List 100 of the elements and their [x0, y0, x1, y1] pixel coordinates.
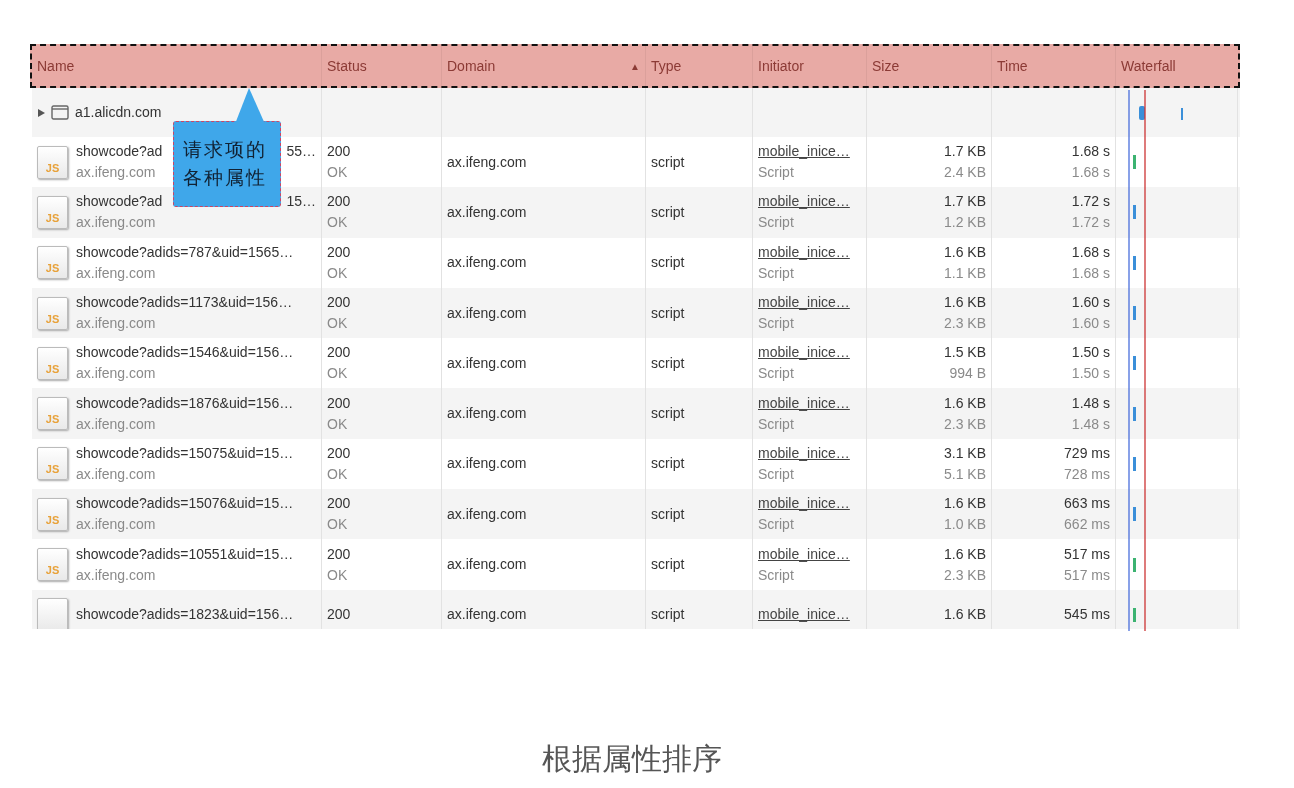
request-host: ax.ifeng.com: [76, 365, 156, 382]
time-text: 517 ms: [1064, 544, 1110, 564]
request-name[interactable]: showcode?adids=10551&uid=15…: [76, 543, 294, 565]
status-code: 200: [327, 293, 352, 313]
initiator-type: Script: [758, 163, 794, 183]
status-text: OK: [327, 213, 349, 233]
status-text: OK: [327, 263, 349, 283]
request-name[interactable]: showcode?adids=15075&uid=15…: [76, 442, 294, 464]
request-name[interactable]: showcode?adids=1546&uid=156…: [76, 342, 294, 364]
initiator-type: Script: [758, 364, 794, 384]
window-icon: [51, 105, 69, 120]
domain-text: ax.ifeng.com: [447, 202, 528, 222]
expand-arrow-icon[interactable]: [37, 107, 45, 118]
initiator-link[interactable]: mobile_inice…: [758, 543, 850, 565]
waterfall-bar: [1133, 255, 1136, 270]
request-name[interactable]: showcode?adids=1823&uid=156…: [76, 604, 294, 626]
time-text: 1.50 s: [1071, 343, 1110, 363]
size-text: 3.1 KB: [943, 443, 986, 463]
status-code: 200: [327, 142, 352, 162]
time-text: 663 ms: [1064, 494, 1110, 514]
js-file-icon: JS: [37, 346, 68, 380]
size-text: 1.6 KB: [943, 605, 986, 625]
waterfall-bar: [1133, 155, 1136, 170]
resource-size: 2.4 KB: [943, 163, 986, 183]
js-file-icon: JS: [37, 548, 68, 581]
request-host: ax.ifeng.com: [76, 264, 156, 281]
latency-text: 1.68 s: [1071, 263, 1110, 283]
column-header[interactable]: Size: [867, 46, 992, 86]
resource-size: 1.1 KB: [943, 263, 986, 283]
column-header[interactable]: Time: [992, 46, 1116, 86]
initiator-link[interactable]: mobile_inice…: [758, 392, 850, 414]
js-file-icon: JS: [37, 296, 68, 330]
request-name[interactable]: showcode?adids=1173&uid=156…: [76, 292, 293, 314]
sort-indicator: ▲: [630, 59, 640, 74]
initiator-link[interactable]: mobile_inice…: [758, 342, 850, 364]
type-text: script: [651, 504, 686, 524]
initiator-type: Script: [758, 314, 794, 334]
waterfall-bar: [1133, 607, 1136, 622]
group-label[interactable]: a1.alicdn.com: [75, 102, 162, 123]
type-text: script: [651, 253, 686, 273]
initiator-link[interactable]: mobile_inice…: [758, 442, 850, 464]
initiator-type: Script: [758, 414, 794, 434]
request-name[interactable]: showcode?adids=1876&uid=156…: [76, 392, 294, 414]
js-file-icon: JS: [37, 246, 68, 280]
waterfall-bar: [1133, 356, 1136, 371]
status-code: 200: [327, 443, 352, 463]
initiator-type: Script: [758, 464, 794, 484]
time-text: 729 ms: [1064, 443, 1110, 463]
resource-size: 2.3 KB: [943, 314, 986, 334]
domain-text: ax.ifeng.com: [447, 353, 528, 373]
request-host: ax.ifeng.com: [76, 164, 156, 181]
request-name[interactable]: showcode?ad: [76, 191, 163, 213]
size-text: 1.5 KB: [943, 343, 986, 363]
initiator-link[interactable]: mobile_inice…: [758, 241, 850, 263]
status-code: 200: [327, 393, 352, 413]
column-header[interactable]: Waterfall: [1116, 46, 1238, 86]
status-code: 200: [327, 544, 352, 564]
request-host: ax.ifeng.com: [76, 415, 156, 432]
time-text: 1.48 s: [1071, 393, 1110, 413]
latency-text: 1.60 s: [1071, 314, 1110, 334]
initiator-link[interactable]: mobile_inice…: [758, 191, 850, 213]
domain-text: ax.ifeng.com: [447, 454, 528, 474]
time-text: 545 ms: [1064, 605, 1110, 625]
type-text: script: [651, 303, 686, 323]
initiator-link[interactable]: mobile_inice…: [758, 141, 850, 163]
column-header[interactable]: Name: [32, 46, 322, 86]
domain-text: ax.ifeng.com: [447, 555, 528, 574]
latency-text: 1.50 s: [1071, 364, 1110, 384]
request-name[interactable]: showcode?adids=787&uid=1565…: [76, 241, 294, 263]
js-file-icon: [37, 598, 68, 629]
column-header[interactable]: Domain ▲: [442, 46, 646, 86]
latency-text: 517 ms: [1064, 565, 1110, 585]
initiator-type: Script: [758, 213, 794, 233]
initiator-link[interactable]: mobile_inice…: [758, 604, 850, 626]
resource-size: 2.3 KB: [943, 565, 986, 585]
caption: 根据属性排序: [541, 741, 723, 777]
status-text: OK: [327, 364, 349, 384]
initiator-link[interactable]: mobile_inice…: [758, 493, 850, 515]
request-name[interactable]: 55…: [286, 141, 316, 163]
domain-text: ax.ifeng.com: [447, 504, 528, 524]
size-text: 1.6 KB: [943, 544, 986, 564]
status-text: OK: [327, 314, 349, 334]
resource-size: 1.0 KB: [943, 515, 986, 535]
type-text: script: [651, 353, 686, 373]
request-host: ax.ifeng.com: [76, 465, 156, 482]
js-file-icon: JS: [37, 397, 68, 431]
column-header[interactable]: Type: [646, 46, 753, 86]
initiator-type: Script: [758, 263, 794, 283]
request-name[interactable]: 15…: [286, 191, 316, 213]
request-name[interactable]: showcode?ad: [76, 141, 163, 163]
initiator-link[interactable]: mobile_inice…: [758, 292, 850, 314]
latency-text: 1.72 s: [1071, 213, 1110, 233]
waterfall-bar: [1139, 104, 1185, 121]
request-host: ax.ifeng.com: [76, 516, 156, 533]
domain-text: ax.ifeng.com: [447, 152, 528, 172]
waterfall-bar: [1133, 456, 1136, 471]
column-header[interactable]: Initiator: [753, 46, 867, 86]
request-name[interactable]: showcode?adids=15076&uid=15…: [76, 493, 294, 515]
type-text: script: [651, 404, 686, 424]
column-header[interactable]: Status: [322, 46, 442, 86]
